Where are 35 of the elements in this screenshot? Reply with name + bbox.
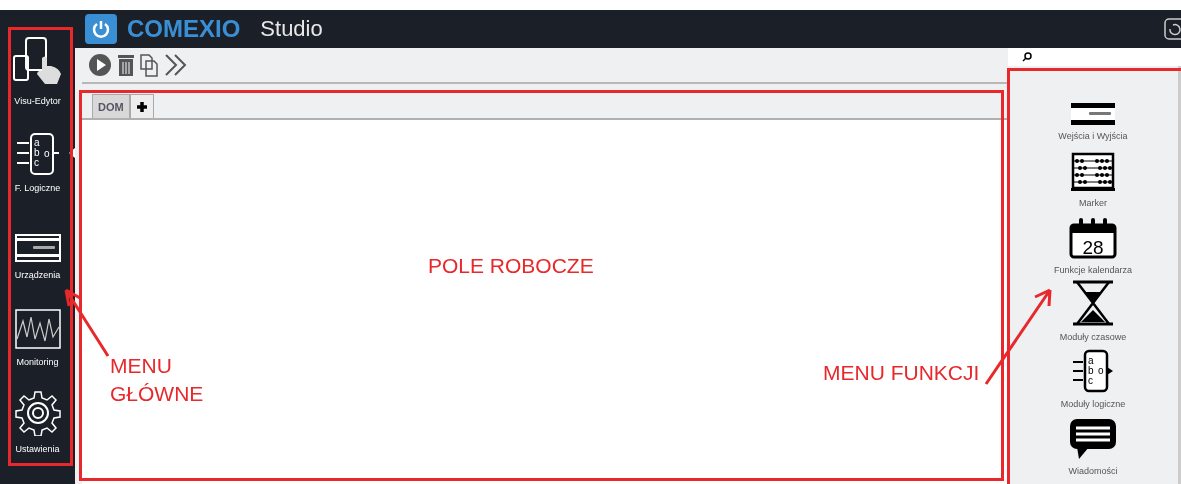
function-item[interactable]: Marker xyxy=(1071,145,1115,212)
menu-item[interactable]: a b c o F. Logiczne xyxy=(0,114,75,201)
monitoring-chart-icon xyxy=(14,309,61,349)
function-item[interactable]: a b c o Moduły logiczne xyxy=(1060,346,1126,413)
device-icon xyxy=(1071,103,1115,125)
function-item[interactable]: Wiadomości xyxy=(1068,413,1118,480)
menu-item[interactable]: Visu-Edytor xyxy=(0,27,75,114)
copy-icon[interactable] xyxy=(140,53,158,77)
hourglass-icon xyxy=(1071,280,1115,326)
menu-item[interactable]: Urządzenia xyxy=(0,201,75,288)
annotation-label: MENU FUNKCJI xyxy=(823,360,980,386)
menu-item[interactable]: Ustawienia xyxy=(0,375,75,462)
search-icon xyxy=(1022,52,1032,62)
settings-icon xyxy=(14,390,61,436)
app-name: Studio xyxy=(260,16,323,42)
add-tab-button[interactable] xyxy=(129,94,154,118)
function-item[interactable]: Moduły czasowe xyxy=(1059,279,1127,346)
chevrons-right-icon[interactable] xyxy=(164,53,188,77)
device-icon xyxy=(14,234,61,262)
function-item[interactable]: 28 Funkcje kalendarza xyxy=(1053,212,1132,279)
message-icon xyxy=(1069,418,1117,460)
trash-icon[interactable] xyxy=(118,54,134,76)
annotation-label: MENU GŁÓWNE xyxy=(110,353,205,407)
brand-name: COMEXIO xyxy=(127,15,241,43)
abacus-icon xyxy=(1071,152,1115,192)
tab[interactable]: DOM xyxy=(92,94,130,118)
annotation-arrow xyxy=(64,288,110,358)
search-field[interactable] xyxy=(1008,48,1181,66)
power-logo-icon xyxy=(85,14,117,44)
play-icon[interactable] xyxy=(88,53,112,77)
refresh-icon[interactable] xyxy=(1164,18,1181,40)
menu-item[interactable]: Monitoring xyxy=(0,288,75,375)
plus-icon xyxy=(135,100,148,113)
function-item[interactable]: Wejścia i Wyjścia xyxy=(1058,78,1128,145)
annotation-label: POLE ROBOCZE xyxy=(428,253,594,279)
